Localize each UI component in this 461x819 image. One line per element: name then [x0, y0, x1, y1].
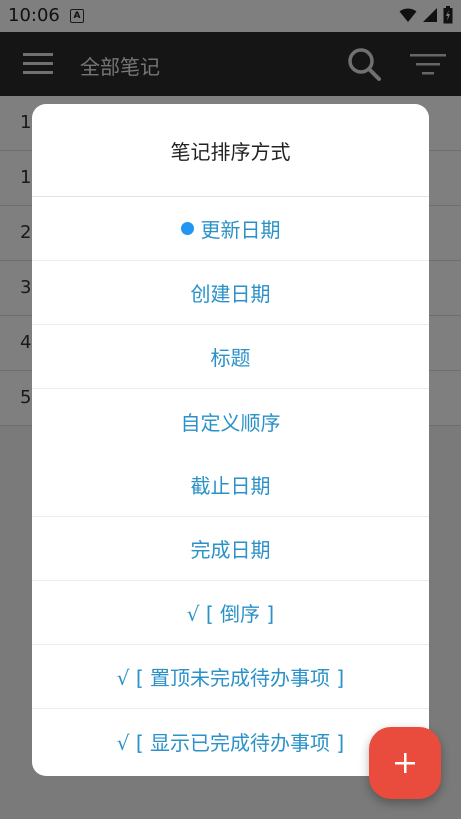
- sort-option-complete-date[interactable]: 完成日期: [32, 517, 429, 581]
- sort-option-label: 截止日期: [190, 474, 271, 498]
- add-note-button[interactable]: [369, 727, 441, 799]
- sort-option-create-date[interactable]: 创建日期: [32, 261, 429, 325]
- plus-icon: [395, 753, 415, 773]
- dialog-title: 笔记排序方式: [32, 104, 429, 197]
- sort-option-label: 自定义顺序: [180, 410, 281, 435]
- toggle-pin-incomplete-todos[interactable]: √ [ 置顶未完成待办事项 ]: [32, 645, 429, 709]
- sort-option-update-date[interactable]: 更新日期: [32, 197, 429, 261]
- toggle-reverse-order[interactable]: √ [ 倒序 ]: [32, 581, 429, 645]
- sort-dialog: 笔记排序方式 更新日期 创建日期 标题 自定义顺序 截止日期 完成日期 √ [ …: [32, 104, 429, 776]
- sort-option-title[interactable]: 标题: [32, 325, 429, 389]
- sort-option-due-date[interactable]: 截止日期: [32, 453, 429, 517]
- toggle-label: √ [ 置顶未完成待办事项 ]: [116, 666, 345, 690]
- sort-option-label: 标题: [210, 346, 251, 370]
- sort-option-label: 更新日期: [200, 218, 281, 242]
- toggle-label: √ [ 显示已完成待办事项 ]: [116, 730, 345, 755]
- selected-dot-icon: [180, 222, 194, 235]
- sort-option-label: 完成日期: [190, 538, 271, 562]
- sort-option-custom-order[interactable]: 自定义顺序: [32, 389, 429, 453]
- toggle-label: √ [ 倒序 ]: [186, 602, 275, 626]
- sort-option-label: 创建日期: [190, 282, 271, 306]
